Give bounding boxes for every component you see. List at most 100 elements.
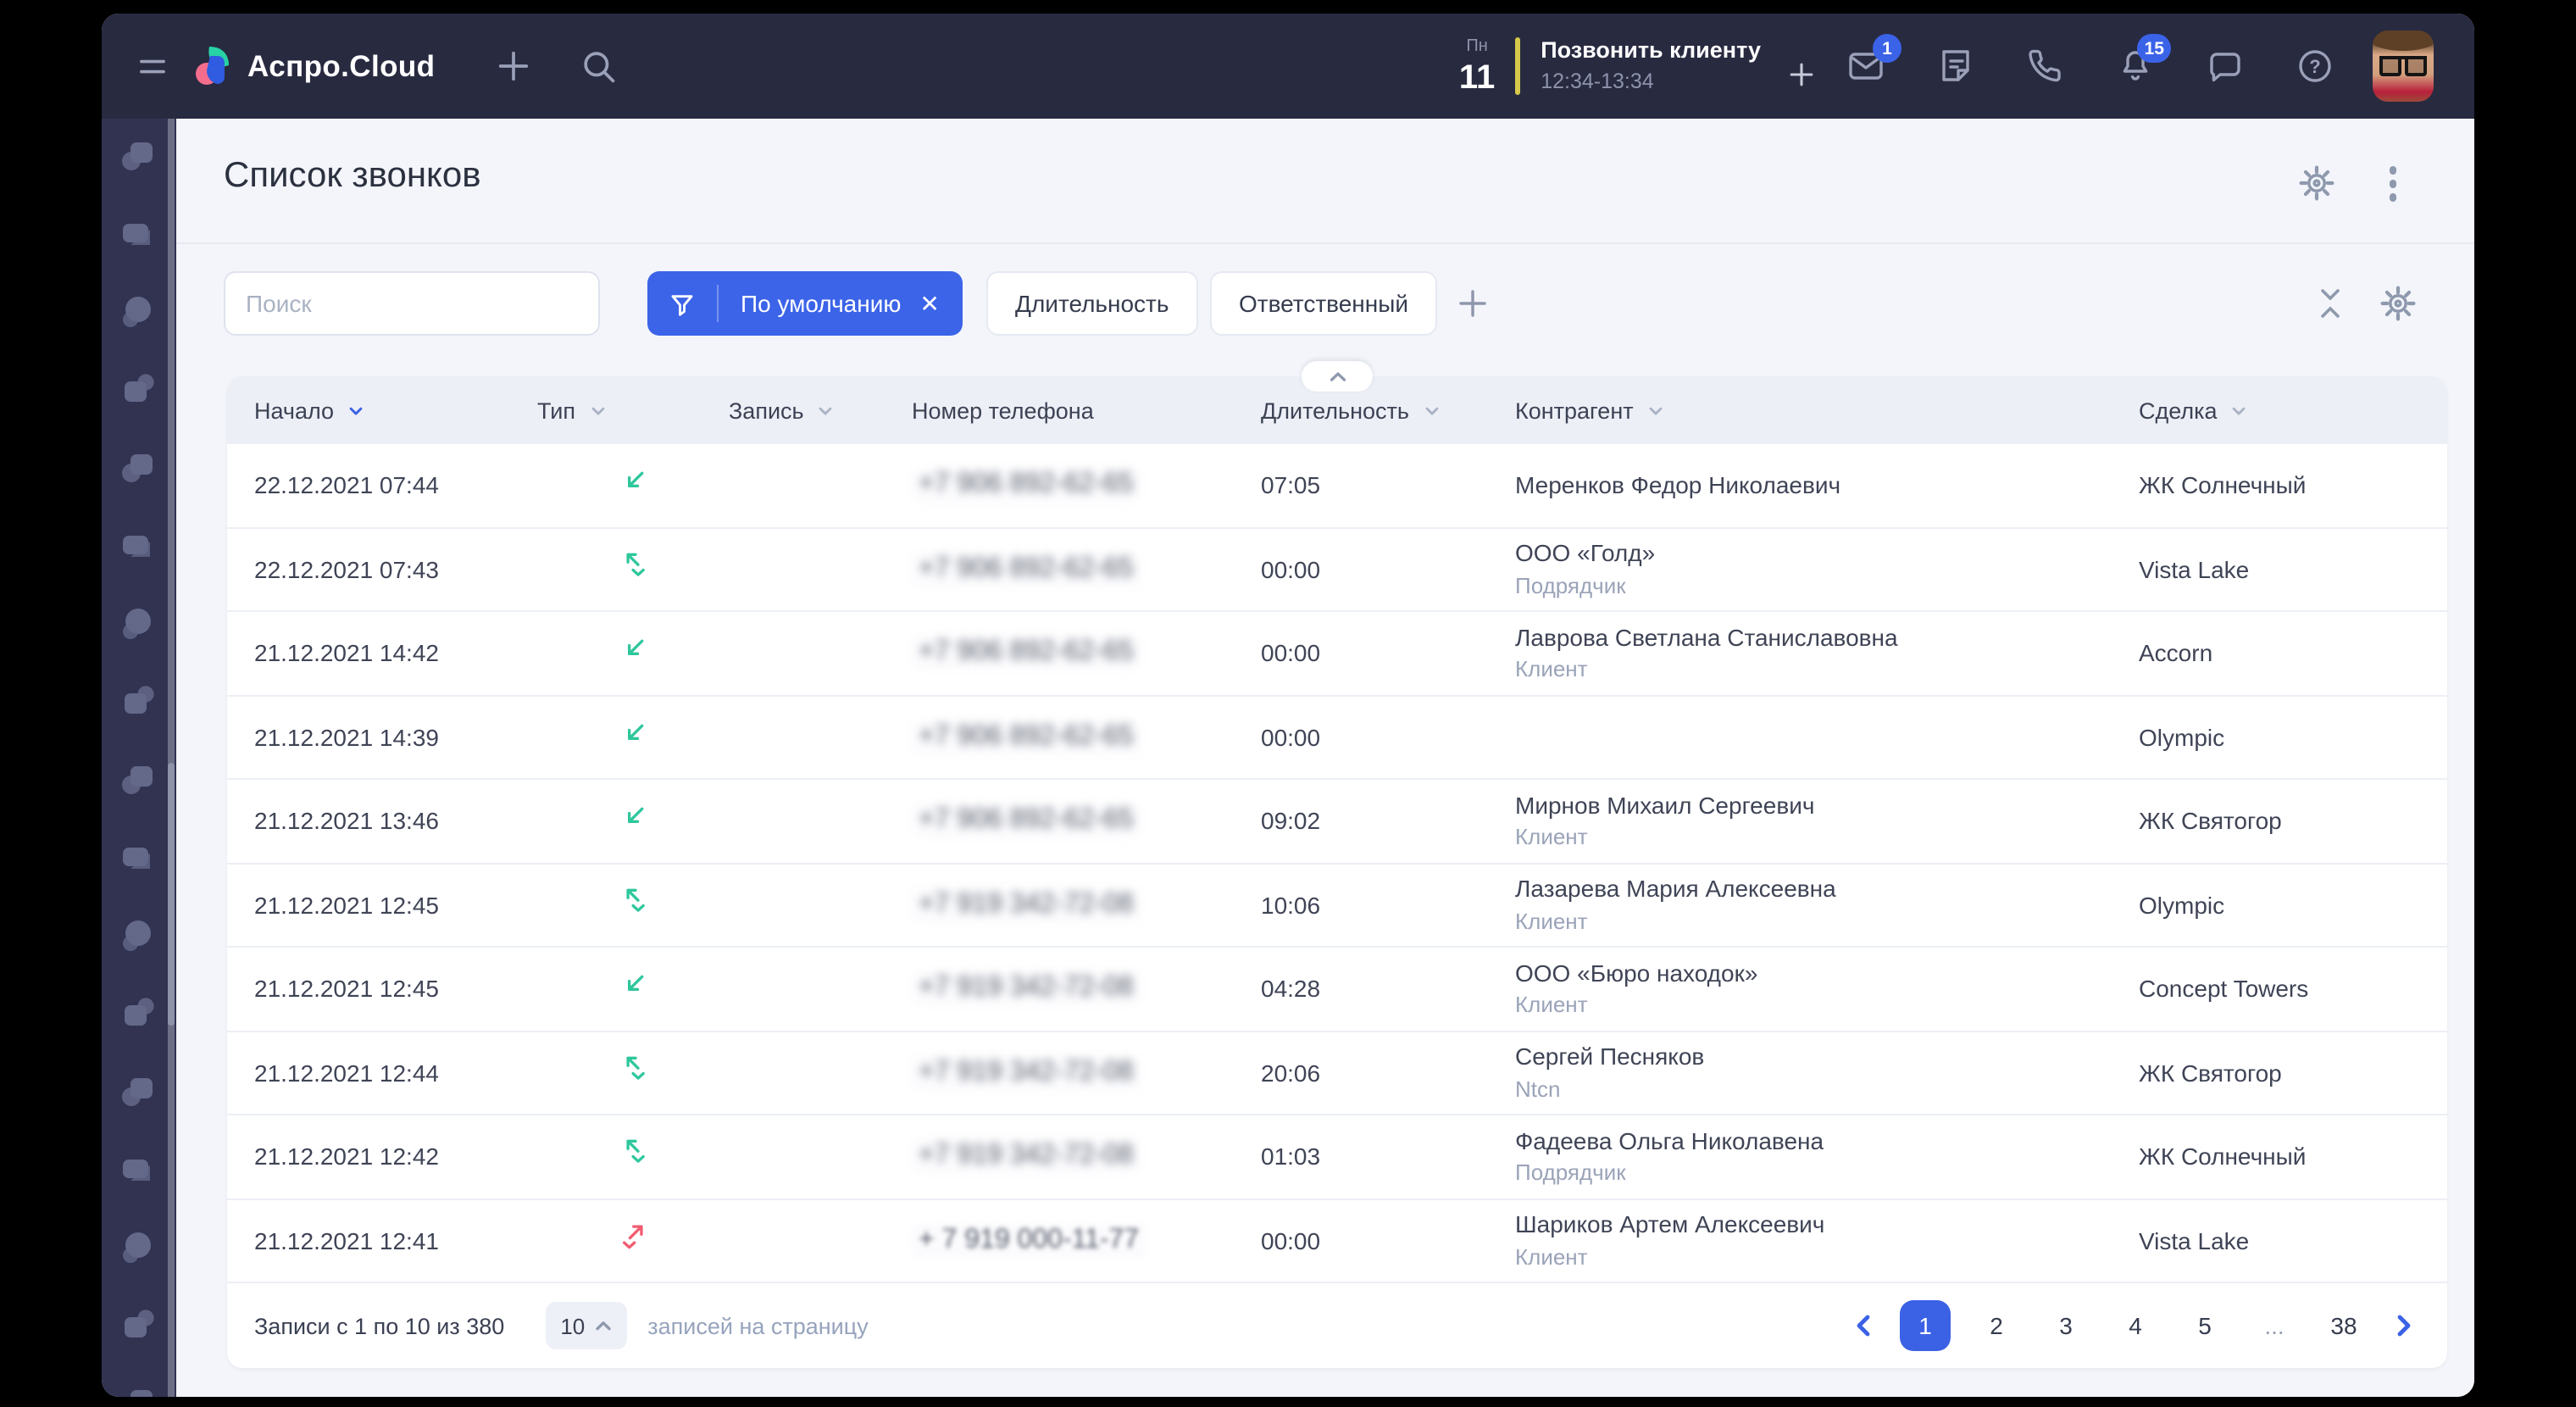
bell-icon[interactable]: 15 [2115,46,2156,86]
cell-deal[interactable]: Concept Towers [2139,976,2420,1003]
contact-name[interactable]: Фадеева Ольга Николавена [1515,1127,2139,1157]
active-filter-chip[interactable]: По умолчанию ✕ [647,271,963,336]
calendar-event-widget[interactable]: Пн 11 Позвонить клиенту 12:34-13:34 [1459,37,1818,96]
sidebar-module-2-icon[interactable] [116,214,155,253]
app-logo[interactable]: Аспро.Cloud [193,44,435,88]
table-row[interactable]: 21.12.2021 12:41+ 7 919 000-11-7700:00Ша… [227,1199,2447,1283]
pagination-page[interactable]: 2 [1973,1300,2020,1351]
sidebar-scrollbar-thumb[interactable] [168,763,175,1026]
column-header[interactable]: Начало [254,398,537,423]
cell-deal[interactable]: Accorn [2139,640,2420,667]
sidebar-module-9-icon[interactable] [116,759,155,798]
filter-button-duration[interactable]: Длительность [986,271,1197,336]
table-row[interactable]: 21.12.2021 12:45+7 919 342-72-0810:06Лаз… [227,864,2447,948]
search-icon[interactable] [577,46,618,86]
collapse-rows-icon[interactable] [2312,285,2349,322]
page-more-kebab-icon[interactable] [2379,163,2407,204]
table-row[interactable]: 21.12.2021 13:46+7 906 892-62-6509:02Мир… [227,780,2447,864]
sidebar-module-10-icon[interactable] [116,837,155,876]
pagination-prev-icon[interactable] [1851,1312,1878,1339]
cell-deal[interactable]: Olympic [2139,892,2420,919]
cell-phone: +7 919 342-72-08 [912,1056,1261,1090]
active-filter-label: По умолчанию [741,290,901,317]
table-row[interactable]: 21.12.2021 12:45+7 919 342-72-0804:28ООО… [227,948,2447,1032]
pagination-page[interactable]: 38 [2320,1300,2368,1351]
incoming-call-icon [619,633,651,665]
column-header[interactable]: Длительность [1261,398,1515,423]
phone-icon[interactable] [2025,46,2066,86]
pagination-page[interactable]: 3 [2042,1300,2090,1351]
cell-deal[interactable]: ЖК Солнечный [2139,472,2420,499]
sidebar-module-1-icon[interactable] [116,136,155,175]
table-row[interactable]: 22.12.2021 07:43+7 906 892-62-6500:00ООО… [227,528,2447,612]
contact-name[interactable]: Меренков Федор Николаевич [1515,470,2139,500]
contact-name[interactable]: Мирнов Михаил Сергеевич [1515,792,2139,821]
contact-name[interactable]: Сергей Песняков [1515,1043,2139,1073]
add-event-icon[interactable] [1785,58,1818,92]
funnel-icon [668,289,697,318]
cell-deal[interactable]: ЖК Солнечный [2139,1143,2420,1171]
cell-start: 21.12.2021 12:44 [254,1059,537,1087]
page-settings-gear-icon[interactable] [2297,165,2334,203]
help-icon[interactable]: ? [2295,46,2335,86]
contact-name[interactable]: Лаврова Светлана Станиславовна [1515,624,2139,653]
pagination-page[interactable]: 5 [2181,1300,2229,1351]
table-settings-gear-icon[interactable] [2379,285,2417,322]
pagination-next-icon[interactable] [2390,1312,2417,1339]
sidebar-module-4-icon[interactable] [116,370,155,409]
sidebar-module-12-icon[interactable] [116,993,155,1032]
sidebar-module-17-icon[interactable] [116,1383,155,1397]
table-row[interactable]: 22.12.2021 07:44+7 906 892-62-6507:05Мер… [227,444,2447,528]
column-header: Номер телефона [912,398,1261,423]
cell-deal[interactable]: ЖК Святогор [2139,808,2420,835]
cell-duration: 20:06 [1261,1059,1515,1087]
contact-name[interactable]: ООО «Голд» [1515,540,2139,570]
page-size-select[interactable]: 10 [545,1302,627,1349]
table-row[interactable]: 21.12.2021 12:42+7 919 342-72-0801:03Фад… [227,1115,2447,1199]
remove-filter-icon[interactable]: ✕ [919,292,939,315]
topbar-icon-group: 1 15? [1846,46,2335,86]
add-filter-icon[interactable] [1454,285,1491,322]
sidebar-module-7-icon[interactable] [116,603,155,642]
chat-icon[interactable] [2205,46,2246,86]
user-avatar[interactable] [2373,31,2434,102]
sidebar-module-8-icon[interactable] [116,681,155,720]
contact-name[interactable]: ООО «Бюро находок» [1515,959,2139,989]
search-input[interactable] [224,271,600,336]
sidebar-module-6-icon[interactable] [116,526,155,564]
filter-button-responsible[interactable]: Ответственный [1210,271,1437,336]
sidebar-module-3-icon[interactable] [116,292,155,331]
sidebar-module-13-icon[interactable] [116,1071,155,1110]
cell-record [729,806,912,837]
contact-name[interactable]: Шариков Артем Алексеевич [1515,1211,2139,1241]
table-row[interactable]: 21.12.2021 14:42+7 906 892-62-6500:00Лав… [227,612,2447,696]
create-new-icon[interactable] [492,46,533,86]
cell-deal[interactable]: Vista Lake [2139,1227,2420,1254]
pagination-page[interactable]: 1 [1900,1300,1951,1351]
hamburger-menu-icon[interactable] [132,46,173,86]
column-header[interactable]: Сделка [2139,398,2420,423]
sidebar-module-11-icon[interactable] [116,915,155,954]
phone-number: +7 906 892-62-65 [912,637,1141,670]
cell-record [729,974,912,1004]
sidebar-module-15-icon[interactable] [116,1227,155,1266]
column-header[interactable]: Контрагент [1515,398,2139,423]
notes-icon[interactable] [1935,46,1976,86]
table-row[interactable]: 21.12.2021 14:39+7 906 892-62-6500:00Oly… [227,696,2447,780]
mail-icon[interactable]: 1 [1846,46,1886,86]
cell-duration: 00:00 [1261,556,1515,583]
sidebar-module-16-icon[interactable] [116,1305,155,1344]
cell-deal[interactable]: ЖК Святогор [2139,1059,2420,1087]
pagination-page[interactable]: 4 [2112,1300,2159,1351]
sidebar-module-14-icon[interactable] [116,1149,155,1188]
table-row[interactable]: 21.12.2021 12:44 +7 919 342-72-08 20:06Сер… [227,1032,2447,1115]
cell-deal[interactable]: Olympic [2139,724,2420,751]
phone-number: +7 919 342-72-08 [912,1056,1141,1090]
column-header[interactable]: Запись [729,398,912,423]
cell-deal[interactable]: Vista Lake [2139,556,2420,583]
column-header[interactable]: Тип [537,398,729,423]
contact-name[interactable]: Лазарева Мария Алексеевна [1515,876,2139,905]
collapse-panel-pill[interactable] [1302,361,1373,392]
sidebar-module-5-icon[interactable] [116,448,155,487]
contact-role: Подрядчик [1515,1162,2139,1187]
